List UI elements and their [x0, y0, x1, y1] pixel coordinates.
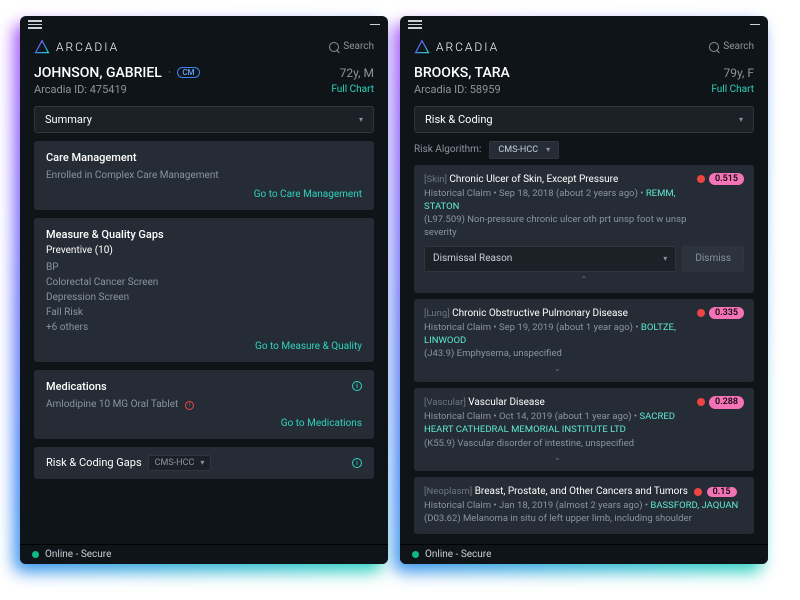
status-bar: Online - Secure	[400, 544, 768, 564]
minimize-icon[interactable]	[750, 24, 760, 26]
collapse-icon[interactable]: ⌃	[424, 274, 744, 285]
status-dot-icon	[32, 551, 39, 558]
app-window-left: ARCADIA Search JOHNSON, GABRIEL · CM 72y…	[20, 16, 388, 564]
full-chart-link[interactable]: Full Chart	[331, 84, 374, 95]
risk-item[interactable]: [Lung] Chronic Obstructive Pulmonary Dis…	[414, 299, 754, 382]
risk-item[interactable]: [Vascular] Vascular Disease Historical C…	[414, 388, 754, 471]
algorithm-select[interactable]: CMS-HCC ▾	[148, 455, 212, 471]
info-icon[interactable]: i	[352, 381, 362, 391]
search-icon	[329, 42, 339, 52]
patient-name: JOHNSON, GABRIEL · CM	[34, 65, 200, 81]
brand-text: ARCADIA	[436, 40, 499, 54]
warning-icon: !	[185, 401, 194, 410]
menu-icon[interactable]	[28, 20, 42, 29]
quality-gaps-card: Measure & Quality Gaps Preventive (10) B…	[34, 218, 374, 362]
risk-score-badge: 0.288	[709, 396, 744, 409]
arcadia-id: Arcadia ID: 475419	[34, 83, 127, 96]
menu-icon[interactable]	[408, 20, 422, 29]
risk-algo-select[interactable]: CMS-HCC ▾	[489, 141, 559, 159]
cm-badge: CM	[177, 67, 199, 78]
expand-icon[interactable]: ⌄	[424, 452, 691, 463]
minimize-icon[interactable]	[370, 24, 380, 26]
dismissal-reason-select[interactable]: Dismissal Reason ▾	[424, 246, 676, 272]
dismiss-button[interactable]: Dismiss	[682, 246, 744, 272]
search-button[interactable]: Search	[709, 41, 754, 52]
section-select[interactable]: Risk & Coding ▾	[414, 106, 754, 133]
section-select[interactable]: Summary ▾	[34, 106, 374, 133]
full-chart-link[interactable]: Full Chart	[711, 84, 754, 95]
go-to-care-link[interactable]: Go to Care Management	[46, 189, 362, 200]
brand-text: ARCADIA	[56, 40, 119, 54]
arcadia-id: Arcadia ID: 58959	[414, 83, 501, 96]
alert-dot-icon	[697, 398, 705, 406]
risk-item: [Skin] Chronic Ulcer of Skin, Except Pre…	[414, 165, 754, 293]
search-button[interactable]: Search	[329, 41, 374, 52]
risk-score-badge: 0.15	[707, 487, 737, 497]
risk-coding-row: Risk & Coding Gaps CMS-HCC ▾ i	[34, 447, 374, 479]
search-icon	[709, 42, 719, 52]
logo-icon	[414, 39, 430, 55]
info-icon[interactable]: i	[352, 458, 362, 468]
medications-card: Medications i Amlodipine 10 MG Oral Tabl…	[34, 370, 374, 439]
brand-logo: ARCADIA	[34, 39, 119, 55]
app-window-right: ARCADIA Search BROOKS, TARA 79y, F Arcad…	[400, 16, 768, 564]
brand-logo: ARCADIA	[414, 39, 499, 55]
go-to-meds-link[interactable]: Go to Medications	[46, 418, 362, 429]
go-to-quality-link[interactable]: Go to Measure & Quality	[46, 341, 362, 352]
risk-algo-label: Risk Algorithm:	[414, 144, 481, 155]
chevron-down-icon: ▾	[359, 115, 363, 124]
alert-dot-icon	[697, 175, 705, 183]
expand-icon[interactable]: ⌄	[424, 363, 691, 374]
status-dot-icon	[412, 551, 419, 558]
patient-name: BROOKS, TARA	[414, 65, 510, 81]
risk-item[interactable]: [Neoplasm] Breast, Prostate, and Other C…	[414, 477, 754, 534]
risk-score-badge: 0.515	[709, 173, 744, 186]
alert-dot-icon	[694, 488, 702, 496]
logo-icon	[34, 39, 50, 55]
care-management-card: Care Management Enrolled in Complex Care…	[34, 141, 374, 210]
patient-age-sex: 79y, F	[723, 66, 754, 80]
status-bar: Online - Secure	[20, 544, 388, 564]
alert-dot-icon	[697, 309, 705, 317]
risk-score-badge: 0.335	[709, 307, 744, 320]
chevron-down-icon: ▾	[739, 115, 743, 124]
patient-age-sex: 72y, M	[340, 66, 374, 80]
